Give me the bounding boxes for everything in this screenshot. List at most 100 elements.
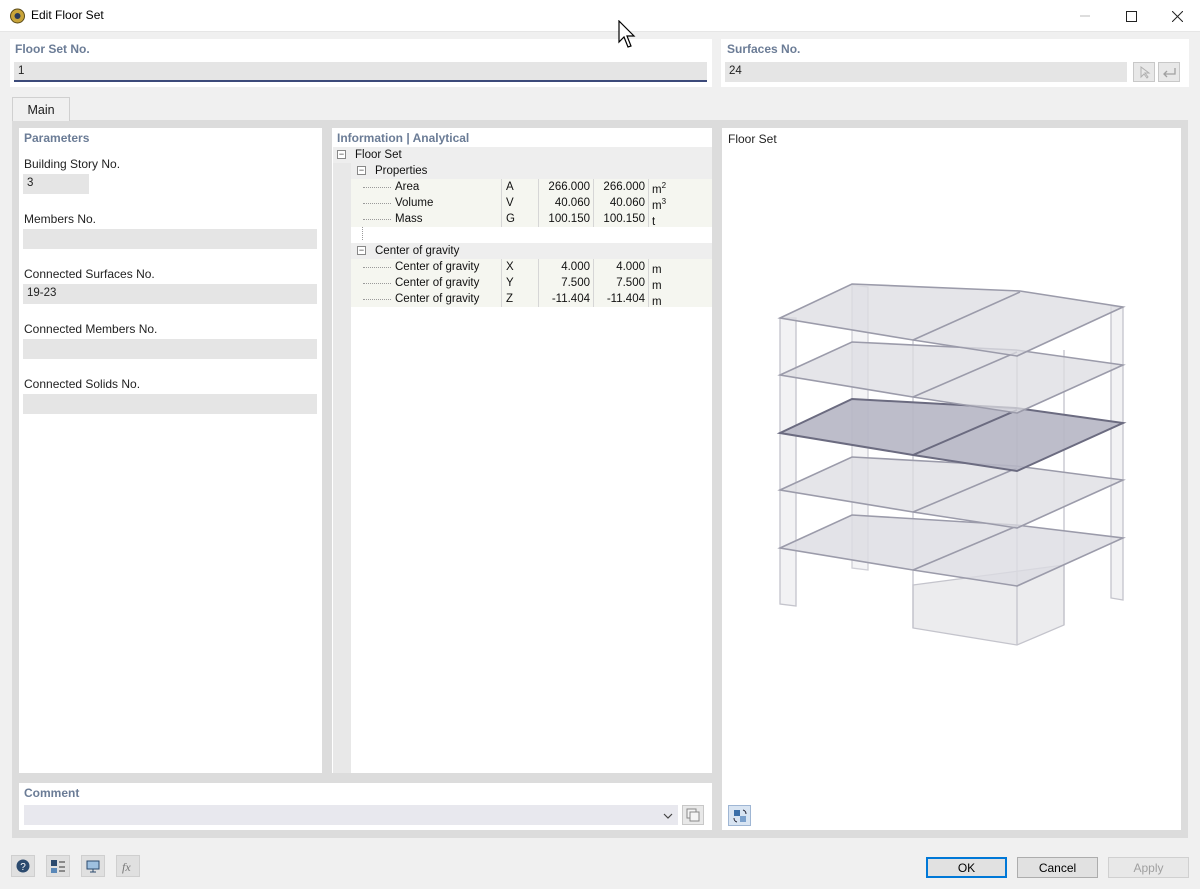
connected-members-input[interactable]	[23, 339, 317, 359]
return-arrow-icon	[1163, 68, 1176, 78]
row-value-1: -11.404	[551, 293, 590, 305]
floor-set-no-label: Floor Set No.	[15, 42, 90, 56]
unit-text: m	[652, 295, 662, 308]
unit-exponent: 2	[661, 181, 667, 190]
col-sep	[538, 179, 539, 195]
col-sep	[538, 195, 539, 211]
tree-gutter	[333, 147, 351, 773]
col-sep	[538, 291, 539, 307]
row-name: Center of gravity	[395, 261, 480, 273]
properties-row[interactable]: − Properties	[351, 163, 712, 179]
col-sep	[501, 259, 502, 275]
app-logo-icon	[10, 8, 25, 24]
col-sep	[501, 291, 502, 307]
row-name: Mass	[395, 213, 423, 225]
minimize-button[interactable]	[1062, 0, 1108, 32]
comment-input[interactable]	[24, 805, 678, 825]
row-value-2: -11.404	[606, 293, 645, 305]
floor-set-no-input[interactable]: 1	[14, 62, 707, 82]
tree-data-row[interactable]: Area A 266.000 266.000 m2	[351, 179, 712, 196]
col-sep	[538, 275, 539, 291]
surfaces-no-label: Surfaces No.	[727, 42, 801, 56]
svg-text:?: ?	[20, 862, 26, 873]
row-unit: m3	[652, 197, 666, 212]
col-sep	[648, 179, 649, 195]
undo-button[interactable]	[1158, 62, 1180, 82]
row-unit: t	[652, 213, 655, 228]
cancel-button[interactable]: Cancel	[1017, 857, 1098, 878]
unit-exponent: 3	[661, 197, 667, 206]
tree-root-label: Floor Set	[355, 149, 402, 161]
row-name: Center of gravity	[395, 293, 480, 305]
properties-label: Properties	[375, 165, 428, 177]
col-sep	[648, 275, 649, 291]
floor-set-3d-view[interactable]	[722, 270, 1181, 660]
row-symbol: G	[506, 213, 515, 225]
maximize-button[interactable]	[1108, 0, 1154, 32]
tree-data-row[interactable]: Center of gravity X 4.000 4.000 m	[351, 259, 712, 276]
help-button[interactable]: ?	[11, 855, 35, 877]
comment-library-button[interactable]	[682, 805, 704, 825]
comment-dropdown-icon[interactable]	[662, 810, 674, 820]
properties-button[interactable]	[46, 855, 70, 877]
apply-button[interactable]: Apply	[1108, 857, 1189, 878]
col-sep	[648, 291, 649, 307]
pick-surface-button[interactable]	[1133, 62, 1155, 82]
tree-branch	[363, 267, 391, 268]
tree-data-row[interactable]: Center of gravity Z -11.404 -11.404 m	[351, 291, 712, 308]
col-sep	[648, 195, 649, 211]
row-value-1: 266.000	[548, 181, 590, 193]
center-gravity-row[interactable]: − Center of gravity	[351, 243, 712, 259]
row-name: Volume	[395, 197, 434, 209]
collapse-icon[interactable]: −	[337, 150, 346, 159]
col-sep	[501, 211, 502, 227]
row-value-1: 4.000	[561, 261, 590, 273]
col-sep	[648, 211, 649, 227]
parameters-title: Parameters	[24, 131, 90, 145]
tree-branch	[363, 283, 391, 284]
close-button[interactable]	[1154, 0, 1200, 32]
display-button[interactable]	[81, 855, 105, 877]
tree-branch	[363, 219, 391, 220]
function-button[interactable]: fx	[116, 855, 140, 877]
row-unit: m2	[652, 181, 666, 196]
library-icon	[686, 808, 700, 822]
window-title: Edit Floor Set	[31, 8, 104, 22]
tree-root-row[interactable]: − Floor Set	[333, 147, 712, 163]
col-sep	[648, 259, 649, 275]
building-story-label: Building Story No.	[24, 157, 121, 171]
comment-label: Comment	[24, 786, 80, 800]
connected-surfaces-input[interactable]: 19-23	[23, 284, 317, 304]
connected-solids-input[interactable]	[23, 394, 317, 414]
row-unit: m	[652, 277, 662, 292]
surfaces-no-input[interactable]: 24	[725, 62, 1127, 82]
members-label: Members No.	[24, 212, 97, 226]
properties-icon	[51, 860, 65, 873]
row-name: Area	[395, 181, 420, 193]
ok-button[interactable]: OK	[926, 857, 1007, 878]
unit-text: t	[652, 215, 656, 228]
collapse-icon[interactable]: −	[357, 246, 366, 255]
col-sep	[538, 259, 539, 275]
col-sep	[501, 275, 502, 291]
pick-cursor-icon	[1140, 66, 1151, 79]
members-input[interactable]	[23, 229, 317, 249]
row-symbol: X	[506, 261, 514, 273]
tree-data-row[interactable]: Volume V 40.060 40.060 m3	[351, 195, 712, 212]
building-story-input[interactable]: 3	[23, 174, 89, 194]
col-sep	[593, 179, 594, 195]
preview-title: Floor Set	[728, 132, 777, 146]
tab-main[interactable]: Main	[12, 97, 70, 121]
title-bar: Edit Floor Set	[0, 0, 1200, 32]
information-title: Information | Analytical	[337, 131, 470, 145]
row-value-1: 7.500	[561, 277, 590, 289]
view-toggle-button[interactable]	[728, 805, 751, 826]
connected-members-label: Connected Members No.	[24, 322, 158, 336]
svg-text:fx: fx	[122, 860, 131, 874]
tree-data-row[interactable]: Center of gravity Y 7.500 7.500 m	[351, 275, 712, 292]
col-sep	[593, 211, 594, 227]
tree-data-row[interactable]: Mass G 100.150 100.150 t	[351, 211, 712, 228]
mouse-cursor-icon	[618, 20, 636, 48]
tree-branch	[363, 299, 391, 300]
collapse-icon[interactable]: −	[357, 166, 366, 175]
